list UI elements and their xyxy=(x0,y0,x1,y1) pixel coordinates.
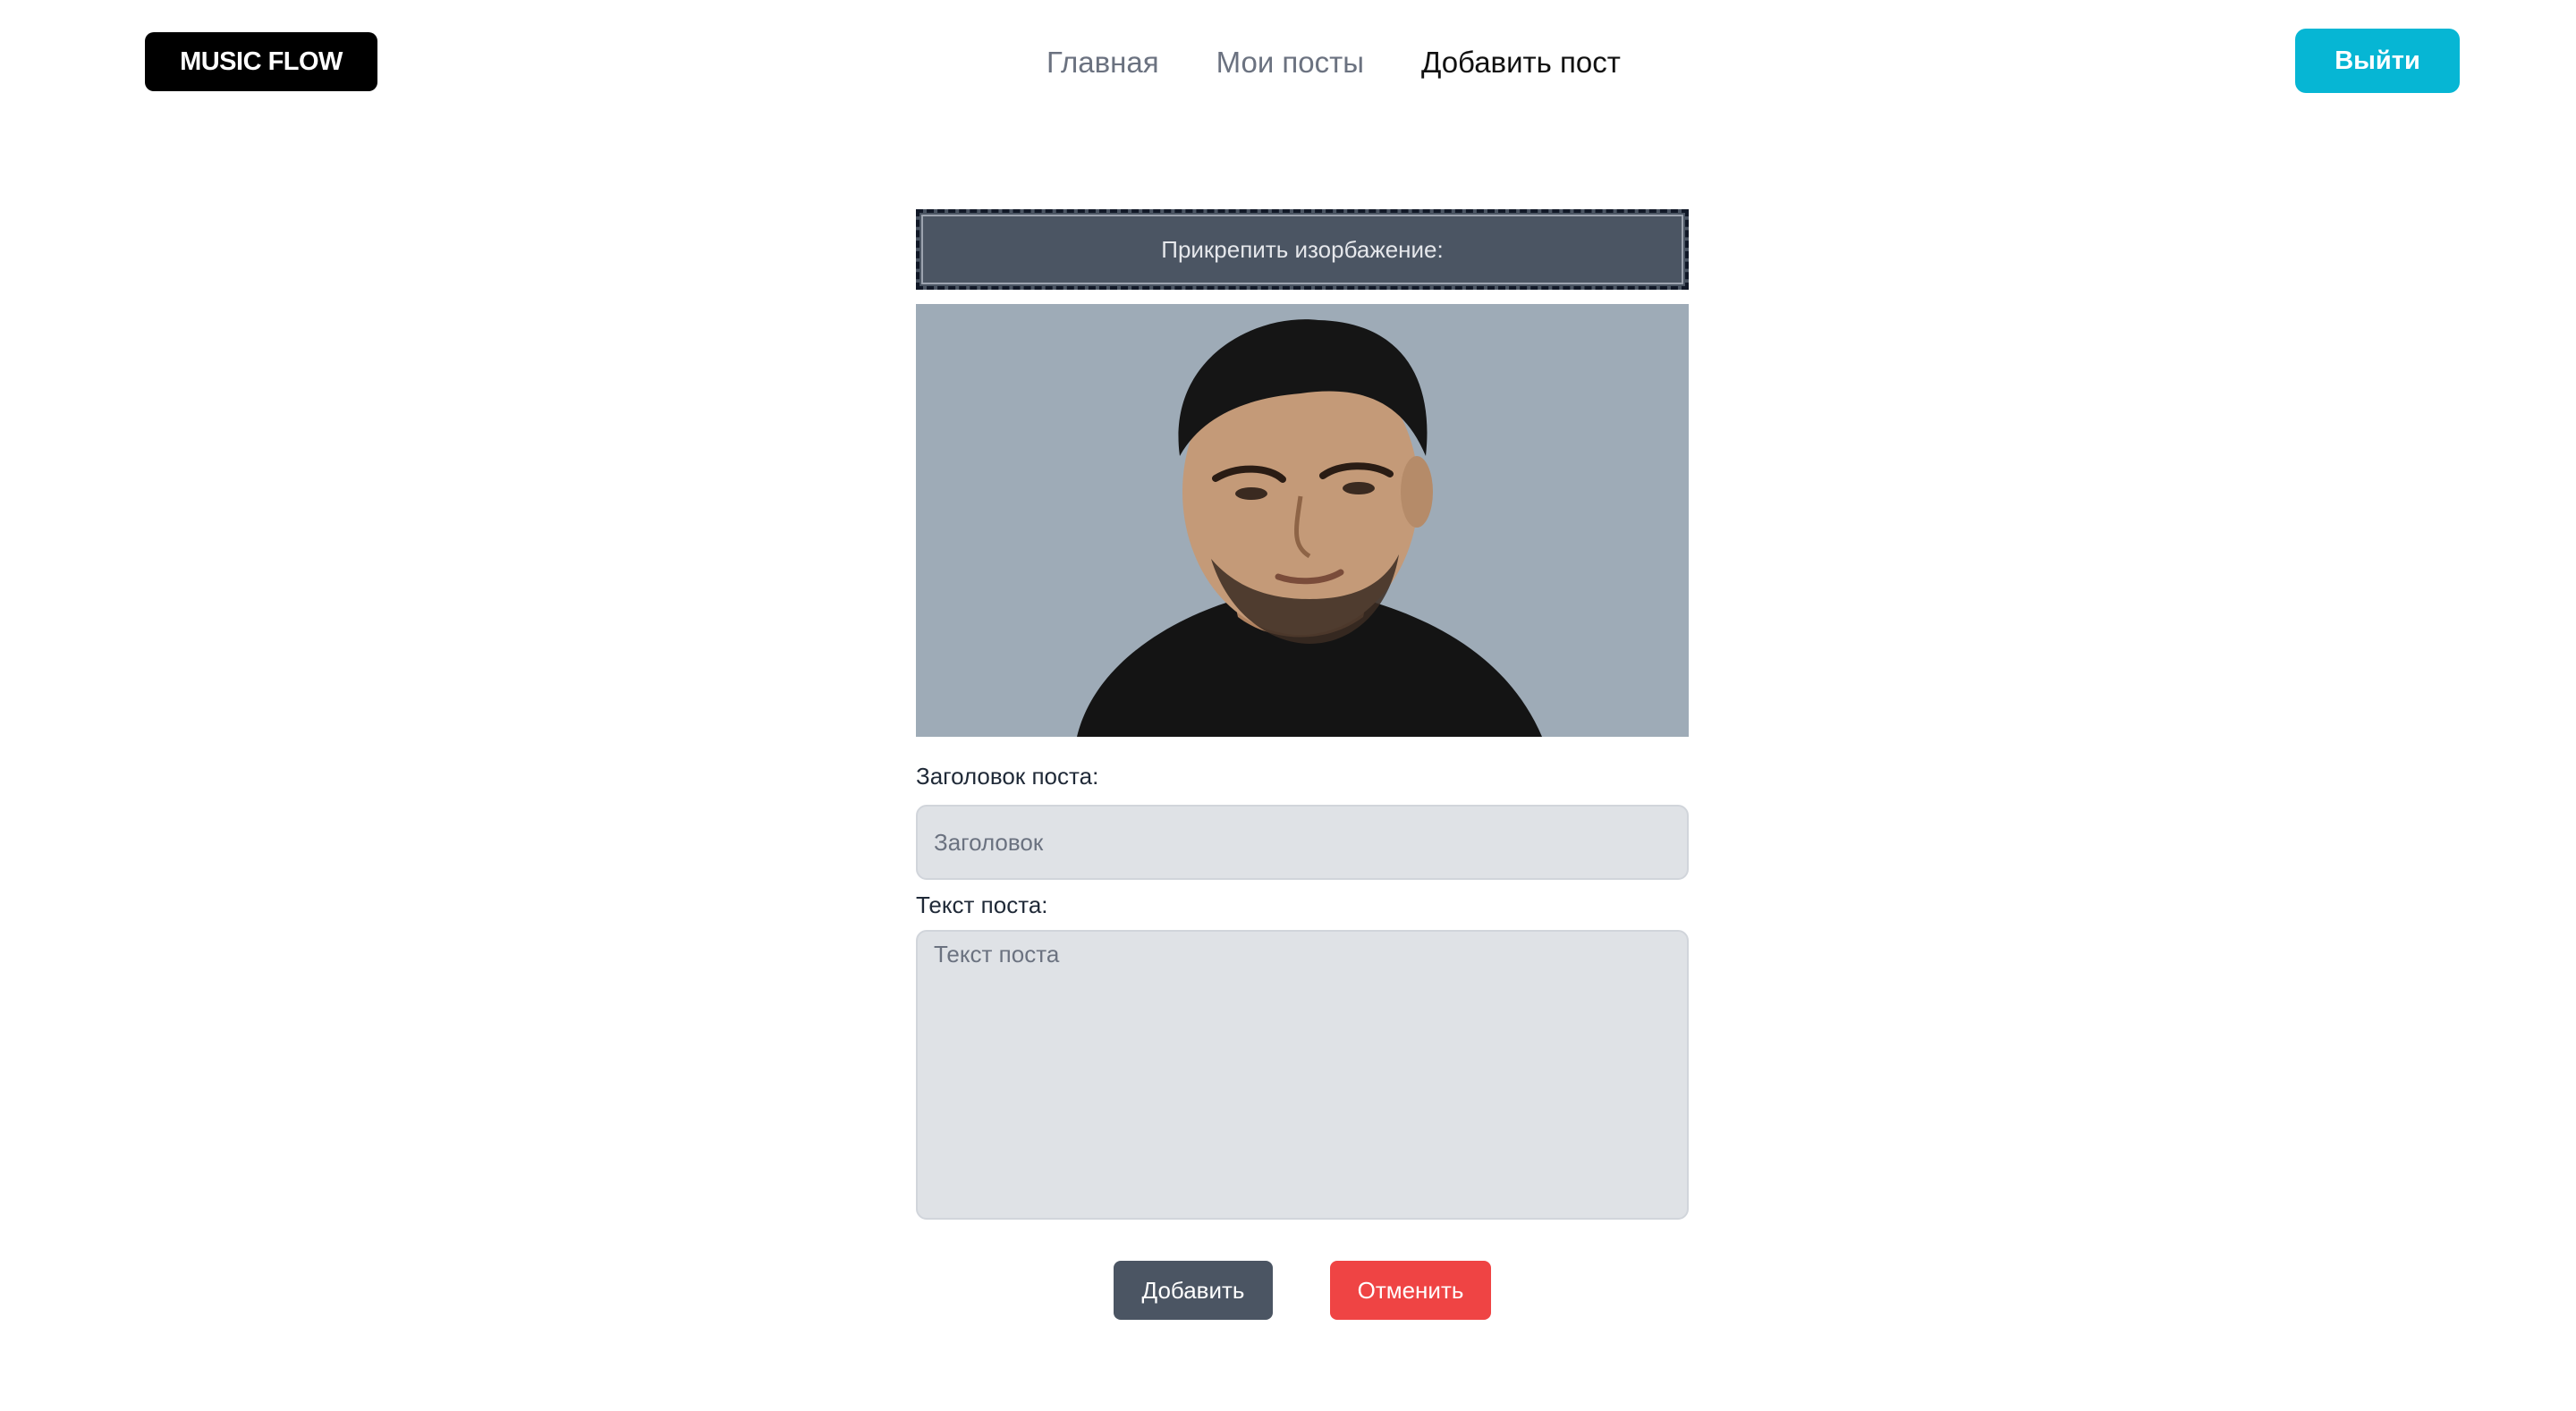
post-text-input[interactable] xyxy=(916,930,1689,1220)
nav-add-post[interactable]: Добавить пост xyxy=(1421,46,1621,80)
text-label: Текст поста: xyxy=(916,891,1048,918)
add-post-button[interactable]: Добавить xyxy=(1114,1261,1273,1320)
nav-my-posts[interactable]: Мои посты xyxy=(1216,46,1364,80)
add-post-form: Прикрепить изорбажение: Заголовок поста:… xyxy=(916,209,1689,1320)
nav-home[interactable]: Главная xyxy=(1046,46,1159,80)
main-nav: Главная Мои посты Добавить пост xyxy=(1046,38,1621,88)
title-label: Заголовок поста: xyxy=(916,763,1099,790)
attach-image-button[interactable]: Прикрепить изорбажение: xyxy=(916,209,1689,290)
cancel-button[interactable]: Отменить xyxy=(1330,1261,1491,1320)
form-actions: Добавить Отменить xyxy=(916,1261,1689,1320)
post-title-input[interactable] xyxy=(916,805,1689,880)
logo[interactable]: MUSIC FLOW xyxy=(145,32,377,91)
top-navbar: MUSIC FLOW Главная Мои посты Добавить по… xyxy=(0,0,2576,125)
portrait-photo xyxy=(916,304,1689,737)
logout-button[interactable]: Выйти xyxy=(2295,29,2460,93)
image-preview xyxy=(916,304,1689,737)
